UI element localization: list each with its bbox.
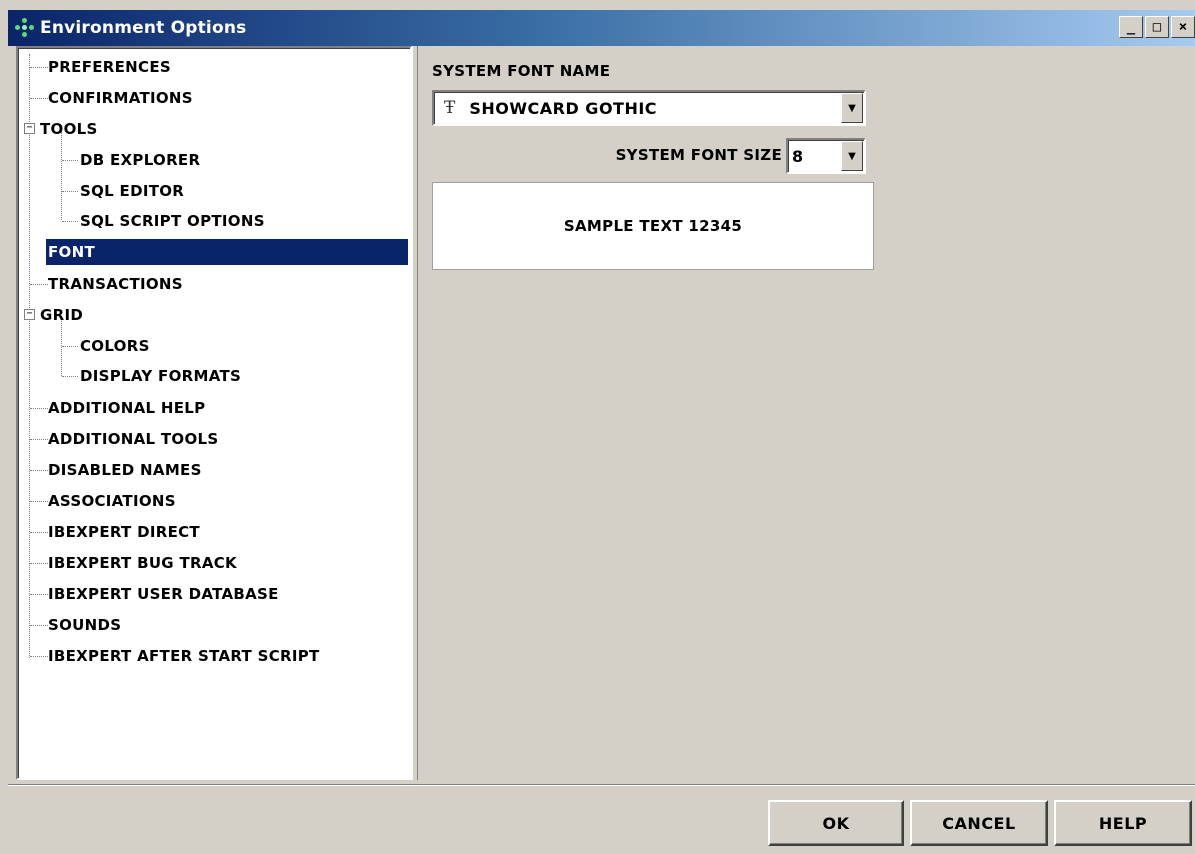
tree-item-ibexpert-direct[interactable]: IBEXPERT DIRECT	[48, 519, 200, 545]
tree-connector	[62, 160, 78, 161]
title-bar[interactable]: Environment Options _ □ ×	[8, 10, 1195, 46]
tree-item-display-formats[interactable]: DISPLAY FORMATS	[80, 363, 241, 389]
cancel-button[interactable]: CANCEL	[910, 800, 1048, 846]
tree-item-ibexpert-after-start-script[interactable]: IBEXPERT AFTER START SCRIPT	[48, 643, 320, 669]
tree-item-db-explorer[interactable]: DB EXPLORER	[80, 147, 200, 173]
panel-splitter[interactable]	[412, 46, 418, 780]
system-font-size-select[interactable]: 8 ▼	[786, 138, 866, 174]
tree-connector	[30, 439, 48, 440]
environment-options-window: Environment Options _ □ × − − PREFERENCE…	[0, 0, 1195, 854]
bottom-separator	[8, 784, 1195, 786]
tree-root-line	[29, 54, 30, 658]
truetype-font-icon: Ŧ	[444, 98, 456, 118]
maximize-button[interactable]: □	[1145, 16, 1169, 38]
options-tree[interactable]: − − PREFERENCES CONFIRMATIONS TOOLS DB E…	[16, 46, 412, 780]
tree-item-colors[interactable]: COLORS	[80, 333, 150, 359]
font-sample-preview: SAMPLE TEXT 12345	[432, 182, 874, 270]
collapse-grid-icon[interactable]: −	[24, 309, 35, 320]
window-controls: _ □ ×	[1119, 16, 1195, 38]
collapse-tools-icon[interactable]: −	[24, 123, 35, 134]
tree-item-sql-script-options[interactable]: SQL SCRIPT OPTIONS	[80, 208, 265, 234]
chevron-down-icon[interactable]: ▼	[841, 93, 863, 123]
tree-tools-line	[61, 132, 62, 220]
system-font-name-value: SHOWCARD GOTHIC	[469, 98, 658, 118]
tree-connector	[30, 98, 48, 99]
tree-connector	[62, 376, 78, 377]
close-button[interactable]: ×	[1171, 16, 1195, 38]
tree-connector	[30, 408, 48, 409]
tree-connector	[30, 532, 48, 533]
tree-item-disabled-names[interactable]: DISABLED NAMES	[48, 457, 202, 483]
tree-item-tools[interactable]: TOOLS	[40, 116, 98, 142]
window-title: Environment Options	[40, 18, 247, 38]
tree-connector	[30, 594, 48, 595]
tree-connector	[30, 67, 48, 68]
tree-connector	[30, 470, 48, 471]
tree-item-transactions[interactable]: TRANSACTIONS	[48, 271, 183, 297]
system-font-size-value: 8	[792, 146, 804, 166]
tree-connector	[30, 625, 48, 626]
tree-item-font[interactable]: FONT	[46, 239, 408, 265]
tree-connector	[30, 501, 48, 502]
tree-connector	[62, 191, 78, 192]
tree-item-preferences[interactable]: PREFERENCES	[48, 54, 171, 80]
help-button[interactable]: HELP	[1054, 800, 1192, 846]
tree-connector	[30, 284, 48, 285]
tree-item-confirmations[interactable]: CONFIRMATIONS	[48, 85, 193, 111]
tree-connector	[62, 221, 78, 222]
app-dots-icon	[14, 17, 36, 39]
tree-item-sql-editor[interactable]: SQL EDITOR	[80, 178, 184, 204]
tree-connector	[30, 563, 48, 564]
tree-connector	[30, 656, 48, 657]
tree-connector	[62, 346, 78, 347]
system-font-name-select[interactable]: Ŧ SHOWCARD GOTHIC ▼	[432, 90, 866, 126]
tree-item-additional-help[interactable]: ADDITIONAL HELP	[48, 395, 205, 421]
tree-item-associations[interactable]: ASSOCIATIONS	[48, 488, 176, 514]
tree-item-sounds[interactable]: SOUNDS	[48, 612, 121, 638]
chevron-down-icon[interactable]: ▼	[841, 141, 863, 171]
tree-item-additional-tools[interactable]: ADDITIONAL TOOLS	[48, 426, 219, 452]
system-font-size-label: SYSTEM FONT SIZE	[615, 146, 782, 164]
tree-item-ibexpert-bug-track[interactable]: IBEXPERT BUG TRACK	[48, 550, 237, 576]
tree-item-grid[interactable]: GRID	[40, 302, 83, 328]
system-font-name-label: SYSTEM FONT NAME	[432, 62, 611, 80]
tree-item-ibexpert-user-database[interactable]: IBEXPERT USER DATABASE	[48, 581, 279, 607]
ok-button[interactable]: OK	[768, 800, 904, 846]
minimize-button[interactable]: _	[1119, 16, 1143, 38]
